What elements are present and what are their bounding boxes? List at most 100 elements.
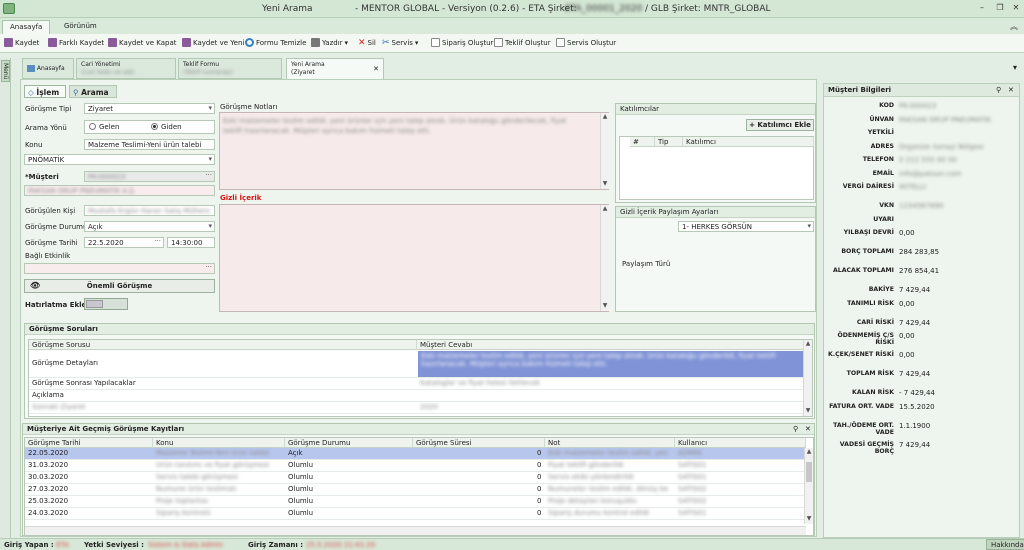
musteri-bilgi-value: - 7 429,44 bbox=[899, 389, 935, 397]
gecmis-row[interactable]: 27.03.2020 Numune ürün teslimatı Olumlu … bbox=[25, 484, 804, 496]
side-menu-tab[interactable]: Menü bbox=[1, 60, 10, 82]
gecmis-scrollbar[interactable]: ▲ ▼ bbox=[804, 448, 813, 524]
close-panel-icon[interactable]: ✕ bbox=[805, 425, 811, 433]
musteri-bilgileri-panel: Müşteri Bilgileri ⚲ ✕ KOD PK-000023 ÜNVAN P… bbox=[823, 83, 1020, 538]
konu-input[interactable]: Malzeme Teslimi-Yeni ürün talebi bbox=[84, 139, 215, 150]
gorusme-sorulari-panel: Görüşme Soruları Görüşme Sorusu Müşteri … bbox=[24, 323, 815, 419]
hakkinda-button[interactable]: Hakkında bbox=[986, 539, 1024, 550]
soru-row[interactable]: Sonraki Ziyaret 2020 bbox=[29, 402, 803, 414]
gorusme-sorulari-title: Görüşme Soruları bbox=[25, 324, 814, 335]
save-button[interactable]: Kaydet bbox=[4, 38, 39, 47]
tarih-time-input[interactable]: 14:30:00 bbox=[167, 237, 215, 248]
gorusulen-input[interactable]: Mustafa Ergün Haran Satış Mühendisi bbox=[84, 205, 215, 216]
pin-icon[interactable]: ⚲ bbox=[996, 86, 1001, 94]
musteri-bilgi-value: 0,00 bbox=[899, 332, 915, 340]
notes-scrollbar[interactable]: ▲ ▼ bbox=[600, 113, 609, 189]
form-tab-arama[interactable]: ⚲ Arama bbox=[69, 85, 117, 98]
tabs-dropdown-icon[interactable]: ▾ bbox=[1013, 63, 1017, 72]
window-title-left: Yeni Arama bbox=[262, 4, 313, 14]
musteri-bilgi-key: FATURA ORT. VADE bbox=[829, 402, 894, 410]
musteri-bilgi-key: CARİ RİSKİ bbox=[856, 318, 894, 326]
close-panel-icon[interactable]: ✕ bbox=[1008, 86, 1014, 94]
create-order-button[interactable]: Sipariş Oluştur bbox=[431, 38, 493, 47]
restore-icon[interactable]: ❐ bbox=[994, 3, 1006, 12]
katilimci-ekle-button[interactable]: + Katılımcı Ekle bbox=[746, 119, 814, 131]
musteri-bilgi-key: ALACAK TOPLAMI bbox=[832, 267, 894, 274]
save-as-icon bbox=[48, 38, 57, 47]
save-as-button[interactable]: Farklı Kaydet bbox=[48, 38, 104, 47]
clear-form-button[interactable]: Formu Temizle bbox=[245, 38, 306, 47]
ribbon-tab-gorunum[interactable]: Görünüm bbox=[57, 20, 104, 34]
musteri-bilgi-value: 0 212 555 00 00 bbox=[899, 156, 957, 164]
save-and-new-button[interactable]: Kaydet ve Yeni bbox=[182, 38, 244, 47]
gorusme-tipi-select[interactable]: Ziyaret bbox=[84, 103, 215, 114]
musteri-bilgi-key: KALAN RİSK bbox=[852, 389, 894, 396]
service-button[interactable]: ✂ Servis ▾ bbox=[382, 38, 418, 48]
doc-tab-cari[interactable]: Cari Yönetimi (Cari kodu ve adı) bbox=[76, 58, 176, 79]
close-icon[interactable]: ✕ bbox=[1010, 3, 1022, 12]
musteri-bilgileri-title: Müşteri Bilgileri bbox=[824, 84, 1019, 97]
onemli-gorusme-button[interactable]: 👁 Önemli Görüşme bbox=[24, 279, 215, 293]
sorular-scrollbar[interactable]: ▲ ▼ bbox=[803, 340, 812, 416]
doc-tab-teklif[interactable]: Teklif Formu (Teklif numarası) bbox=[178, 58, 282, 79]
delete-button[interactable]: ✕ Sil bbox=[358, 38, 376, 48]
create-offer-button[interactable]: Teklif Oluştur bbox=[494, 38, 551, 47]
home-icon bbox=[27, 65, 35, 72]
save-new-icon bbox=[182, 38, 191, 47]
gorusulen-label: Görüşülen Kişi bbox=[25, 207, 76, 215]
kategori-select[interactable]: PNÖMATİK bbox=[24, 154, 215, 165]
gizli-icerik-textarea[interactable] bbox=[219, 204, 609, 312]
durum-select[interactable]: Açık bbox=[84, 221, 215, 232]
gecmis-row[interactable]: 22.05.2020 Malzeme Teslimi-Yeni ürün tal… bbox=[25, 448, 804, 460]
musteri-bilgi-value: 7 429,44 bbox=[899, 370, 931, 378]
save-and-close-button[interactable]: Kaydet ve Kapat bbox=[108, 38, 177, 47]
gecmis-hscrollbar[interactable] bbox=[25, 526, 806, 535]
musteri-bilgi-value: 7 429,44 bbox=[899, 286, 931, 294]
gecmis-row[interactable]: 24.03.2020 Sipariş kontrolü Olumlu 0 Sip… bbox=[25, 508, 804, 520]
musteri-bilgi-value: 7 429,44 bbox=[899, 440, 931, 449]
notes-textarea[interactable]: Eski malzemeler teslim edildi, yeni ürün… bbox=[219, 112, 609, 190]
gecmis-row[interactable]: 25.03.2020 Proje toplantısı Olumlu 0 Pro… bbox=[25, 496, 804, 508]
gecmis-row[interactable]: 31.03.2020 Ürün tanıtımı ve fiyat görüşm… bbox=[25, 460, 804, 472]
col-konu: Konu bbox=[153, 438, 285, 448]
gizli-scrollbar[interactable]: ▲ ▼ bbox=[600, 205, 609, 311]
ribbon-collapse-icon[interactable]: ︽ bbox=[1010, 21, 1018, 32]
soru-row[interactable]: Açıklama bbox=[29, 390, 803, 402]
gecmis-panel: Müşteriye Ait Geçmiş Görüşme Kayıtları ⚲… bbox=[22, 423, 815, 536]
bagli-etkinlik-input[interactable] bbox=[24, 263, 215, 274]
musteri-select[interactable]: PK-000023 bbox=[84, 171, 215, 182]
musteri-bilgi-key: ÜNVAN bbox=[869, 115, 894, 123]
radio-gelen-label: Gelen bbox=[99, 123, 120, 131]
radio-gelen[interactable] bbox=[89, 123, 96, 130]
tarih-label: Görüşme Tarihi bbox=[25, 239, 78, 247]
plus-icon: + bbox=[749, 121, 755, 129]
doc-tab-yeni-arama[interactable]: Yeni Arama (Ziyaret ✕ bbox=[286, 58, 384, 79]
tarih-date-input[interactable]: 22.5.2020 bbox=[84, 237, 164, 248]
title-bar: Yeni Arama - MENTOR GLOBAL - Versiyon (0… bbox=[0, 0, 1024, 18]
form-tab-islem[interactable]: ◇ İşlem bbox=[24, 85, 66, 98]
soru-row[interactable]: Görüşme Sonrası Yapılacaklar Kataloglar … bbox=[29, 378, 803, 390]
giris-yapan-value: ETA bbox=[56, 541, 69, 549]
pin-icon[interactable]: ⚲ bbox=[793, 425, 798, 433]
refresh-icon bbox=[245, 38, 254, 47]
minimize-icon[interactable]: – bbox=[976, 3, 988, 12]
musteri-bilgi-value: 1234567890 bbox=[899, 202, 944, 210]
save-icon bbox=[4, 38, 13, 47]
doc-tab-anasayfa[interactable]: Anasayfa bbox=[22, 58, 74, 79]
hatirlatma-toggle[interactable] bbox=[84, 298, 128, 310]
col-cevap: Müşteri Cevabı bbox=[417, 340, 805, 350]
create-service-button[interactable]: Servis Oluştur bbox=[556, 38, 616, 47]
notes-label: Görüşme Notları bbox=[220, 103, 278, 111]
soru-row[interactable]: Görüşme Detayları Eski malzemeler teslim… bbox=[29, 350, 805, 378]
ribbon-tab-anasayfa[interactable]: Anasayfa bbox=[2, 20, 51, 34]
gecmis-row[interactable]: 30.03.2020 Servis talebi görüşmesi Oluml… bbox=[25, 472, 804, 484]
eta-company: ETA_00001_2020 bbox=[565, 4, 643, 14]
cevap-cell-selected[interactable]: Eski malzemeler teslim edildi, yeni ürün… bbox=[418, 351, 805, 377]
close-tab-icon[interactable]: ✕ bbox=[373, 65, 379, 73]
col-tarih: Görüşme Tarihi bbox=[25, 438, 153, 448]
paylasim-turu-select[interactable]: 1- HERKES GÖRSÜN bbox=[678, 221, 814, 232]
radio-giden[interactable] bbox=[151, 123, 158, 130]
ribbon-tabs: Anasayfa Görünüm ︽ bbox=[0, 18, 1024, 34]
print-button[interactable]: Yazdır ▾ bbox=[311, 38, 348, 47]
musteri-bilgi-key: VERGİ DAİRESİ bbox=[842, 183, 894, 190]
